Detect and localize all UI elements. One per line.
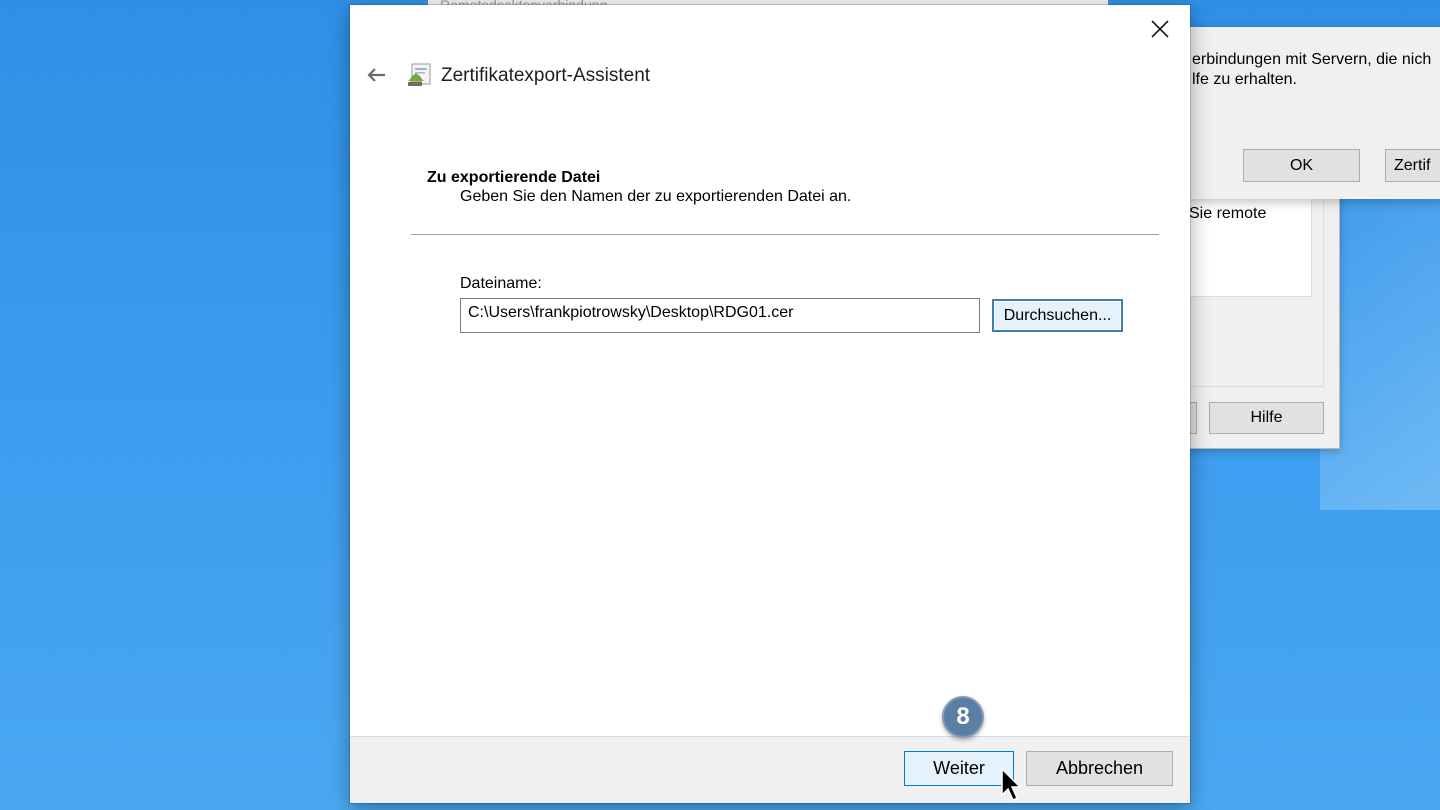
certificate-export-wizard: Zertifikatexport-Assistent Zu exportiere… bbox=[350, 5, 1190, 803]
background-dialog-text: lfe zu erhalten. bbox=[1192, 71, 1297, 88]
help-button[interactable]: Hilfe bbox=[1209, 402, 1324, 434]
background-text-box: n einer Sie remote bbox=[1189, 186, 1312, 297]
background-dialog-text: erbindungen mit Servern, die nich bbox=[1192, 51, 1432, 68]
back-button[interactable] bbox=[362, 61, 390, 89]
close-button[interactable] bbox=[1140, 11, 1180, 47]
step-badge: 8 bbox=[942, 696, 984, 738]
wizard-title: Zertifikatexport-Assistent bbox=[441, 65, 651, 86]
background-window: n einer Sie remote Hilfe bbox=[1188, 185, 1340, 449]
mouse-pointer-icon bbox=[1001, 768, 1022, 802]
certificate-button[interactable]: Zertif bbox=[1385, 149, 1440, 182]
certificate-icon bbox=[408, 63, 431, 86]
cancel-button[interactable]: Abbrechen bbox=[1026, 751, 1173, 786]
background-dialog: erbindungen mit Servern, die nich lfe zu… bbox=[1188, 27, 1440, 199]
wizard-footer: Weiter Abbrechen bbox=[350, 736, 1190, 803]
ok-button[interactable]: OK bbox=[1243, 149, 1360, 182]
back-arrow-icon bbox=[367, 68, 385, 82]
section-heading: Zu exportierende Datei bbox=[427, 169, 601, 186]
close-icon bbox=[1151, 20, 1169, 38]
section-description: Geben Sie den Namen der zu exportierende… bbox=[460, 188, 852, 205]
next-button[interactable]: Weiter bbox=[904, 751, 1014, 786]
browse-button[interactable]: Durchsuchen... bbox=[992, 299, 1123, 332]
background-text-line: Sie remote bbox=[1189, 205, 1267, 222]
filename-input[interactable] bbox=[460, 298, 980, 333]
filename-label: Dateiname: bbox=[460, 275, 542, 292]
background-partial-button[interactable] bbox=[1189, 402, 1197, 434]
separator bbox=[411, 234, 1159, 236]
